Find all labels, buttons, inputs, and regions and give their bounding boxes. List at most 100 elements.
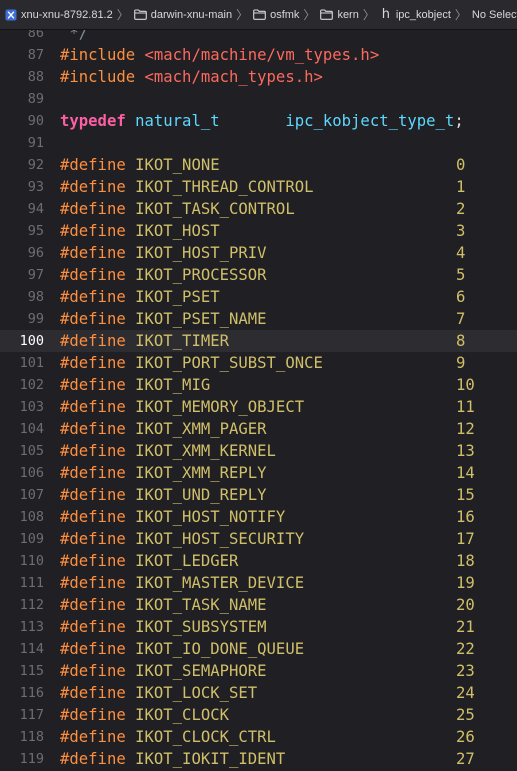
line-number: 101 [19, 355, 44, 371]
code-line[interactable]: 111 #define IKOT_MASTER_DEVICE 19 [0, 572, 517, 594]
code-line[interactable]: 104 #define IKOT_XMM_PAGER 12 [0, 418, 517, 440]
code-text: #define IKOT_NONE [60, 154, 220, 176]
macro-value: 17 [456, 530, 475, 548]
breadcrumb-folder-kern[interactable]: kern [319, 9, 359, 21]
code-line[interactable]: 102 #define IKOT_MIG 10 [0, 374, 517, 396]
macro-name: IKOT_PROCESSOR [135, 266, 267, 284]
code-line[interactable]: 113 #define IKOT_SUBSYSTEM 21 [0, 616, 517, 638]
macro-value: 3 [456, 222, 466, 240]
macro-value: 8 [456, 332, 466, 350]
line-number: 104 [19, 421, 44, 437]
line-number: 92 [27, 157, 44, 173]
code-line[interactable]: 90 typedef natural_t ipc_kobject_type_t; [0, 110, 517, 132]
code-line[interactable]: 115 #define IKOT_SEMAPHORE 23 [0, 660, 517, 682]
line-number: 88 [27, 69, 44, 85]
macro-name: IKOT_LOCK_SET [135, 684, 258, 702]
macro-value: 16 [456, 508, 475, 526]
macro-value: 27 [456, 750, 475, 768]
line-number: 89 [27, 91, 44, 107]
line-number: 96 [27, 245, 44, 261]
breadcrumb-project[interactable]: xnu-xnu-8792.81.2 [4, 9, 114, 21]
code-line[interactable]: 105 #define IKOT_XMM_KERNEL 13 [0, 440, 517, 462]
code-line[interactable]: 99 #define IKOT_PSET_NAME 7 [0, 308, 517, 330]
code-editor[interactable]: 86 */87 #include <mach/machine/vm_types.h… [0, 30, 517, 771]
preprocessor-directive: #define [60, 574, 126, 592]
line-number: 110 [19, 553, 44, 569]
code-line[interactable]: 86 */ [0, 30, 517, 44]
punctuation: ; [454, 112, 464, 130]
macro-value: 1 [456, 178, 466, 196]
code-text: #define IKOT_MEMORY_OBJECT [60, 396, 304, 418]
include-path: <mach/mach_types.h> [144, 68, 323, 86]
chevron-right-icon: 〉 [116, 8, 129, 22]
code-line[interactable]: 103 #define IKOT_MEMORY_OBJECT 11 [0, 396, 517, 418]
code-line[interactable]: 100 #define IKOT_TIMER 8 [0, 330, 517, 352]
code-text: #define IKOT_PSET_NAME [60, 308, 267, 330]
macro-name: IKOT_UND_REPLY [135, 486, 267, 504]
code-line[interactable]: 118 #define IKOT_CLOCK_CTRL 26 [0, 726, 517, 748]
code-line[interactable]: 88 #include <mach/mach_types.h> [0, 66, 517, 88]
code-line[interactable]: 95 #define IKOT_HOST 3 [0, 220, 517, 242]
breadcrumb-file[interactable]: h ipc_kobject [379, 7, 452, 22]
code-text: #define IKOT_PORT_SUBST_ONCE [60, 352, 323, 374]
line-number: 118 [19, 729, 44, 745]
macro-name: IKOT_SUBSYSTEM [135, 618, 267, 636]
preprocessor-directive: #define [60, 266, 126, 284]
line-number: 100 [19, 333, 44, 349]
code-line[interactable]: 96 #define IKOT_HOST_PRIV 4 [0, 242, 517, 264]
code-line[interactable]: 89 [0, 88, 517, 110]
macro-value: 21 [456, 618, 475, 636]
preprocessor-directive: #define [60, 684, 126, 702]
code-line[interactable]: 87 #include <mach/machine/vm_types.h> [0, 44, 517, 66]
line-number: 93 [27, 179, 44, 195]
folder-icon [133, 9, 147, 20]
macro-name: IKOT_HOST_PRIV [135, 244, 267, 262]
code-line[interactable]: 114 #define IKOT_IO_DONE_QUEUE 22 [0, 638, 517, 660]
breadcrumb-folder-osfmk[interactable]: osfmk [252, 9, 300, 21]
line-number: 91 [27, 135, 44, 151]
code-line[interactable]: 108 #define IKOT_HOST_NOTIFY 16 [0, 506, 517, 528]
code-line[interactable]: 91 [0, 132, 517, 154]
code-line[interactable]: 94 #define IKOT_TASK_CONTROL 2 [0, 198, 517, 220]
code-text: #define IKOT_IOKIT_IDENT [60, 748, 285, 770]
code-line[interactable]: 110 #define IKOT_LEDGER 18 [0, 550, 517, 572]
code-line[interactable]: 107 #define IKOT_UND_REPLY 15 [0, 484, 517, 506]
line-number: 106 [19, 465, 44, 481]
breadcrumb-symbol[interactable]: No Selection [471, 9, 517, 21]
code-line[interactable]: 92 #define IKOT_NONE 0 [0, 154, 517, 176]
code-text: #define IKOT_CLOCK_CTRL [60, 726, 276, 748]
code-line[interactable]: 106 #define IKOT_XMM_REPLY 14 [0, 462, 517, 484]
preprocessor-directive: #define [60, 354, 126, 372]
preprocessor-directive: #define [60, 398, 126, 416]
line-number: 119 [19, 751, 44, 767]
code-text: typedef natural_t ipc_kobject_type_t; [60, 110, 464, 132]
code-line[interactable]: 116 #define IKOT_LOCK_SET 24 [0, 682, 517, 704]
code-line[interactable]: 109 #define IKOT_HOST_SECURITY 17 [0, 528, 517, 550]
folder-icon [253, 9, 266, 20]
line-number: 113 [19, 619, 44, 635]
preprocessor-directive: #define [60, 442, 126, 460]
breadcrumb-folder-darwin[interactable]: darwin-xnu-main [133, 9, 233, 21]
code-line[interactable]: 117 #define IKOT_CLOCK 25 [0, 704, 517, 726]
type-name: natural_t [135, 112, 220, 130]
line-number: 107 [19, 487, 44, 503]
preprocessor-directive: #define [60, 200, 126, 218]
macro-value: 7 [456, 310, 466, 328]
macro-name: IKOT_THREAD_CONTROL [135, 178, 314, 196]
breadcrumb-label: kern [337, 8, 359, 21]
code-line[interactable]: 119 #define IKOT_IOKIT_IDENT 27 [0, 748, 517, 770]
code-text: #define IKOT_HOST_SECURITY [60, 528, 304, 550]
preprocessor-directive: #define [60, 156, 126, 174]
code-line[interactable]: 98 #define IKOT_PSET 6 [0, 286, 517, 308]
code-line[interactable]: 93 #define IKOT_THREAD_CONTROL 1 [0, 176, 517, 198]
macro-value: 5 [456, 266, 466, 284]
code-text: #define IKOT_LEDGER [60, 550, 238, 572]
code-line[interactable]: 112 #define IKOT_TASK_NAME 20 [0, 594, 517, 616]
chevron-right-icon: 〉 [362, 8, 375, 22]
macro-name: IKOT_XMM_REPLY [135, 464, 267, 482]
macro-name: IKOT_XMM_PAGER [135, 420, 267, 438]
preprocessor-directive: #define [60, 640, 126, 658]
line-number: 117 [19, 707, 44, 723]
code-line[interactable]: 101 #define IKOT_PORT_SUBST_ONCE 9 [0, 352, 517, 374]
code-line[interactable]: 97 #define IKOT_PROCESSOR 5 [0, 264, 517, 286]
